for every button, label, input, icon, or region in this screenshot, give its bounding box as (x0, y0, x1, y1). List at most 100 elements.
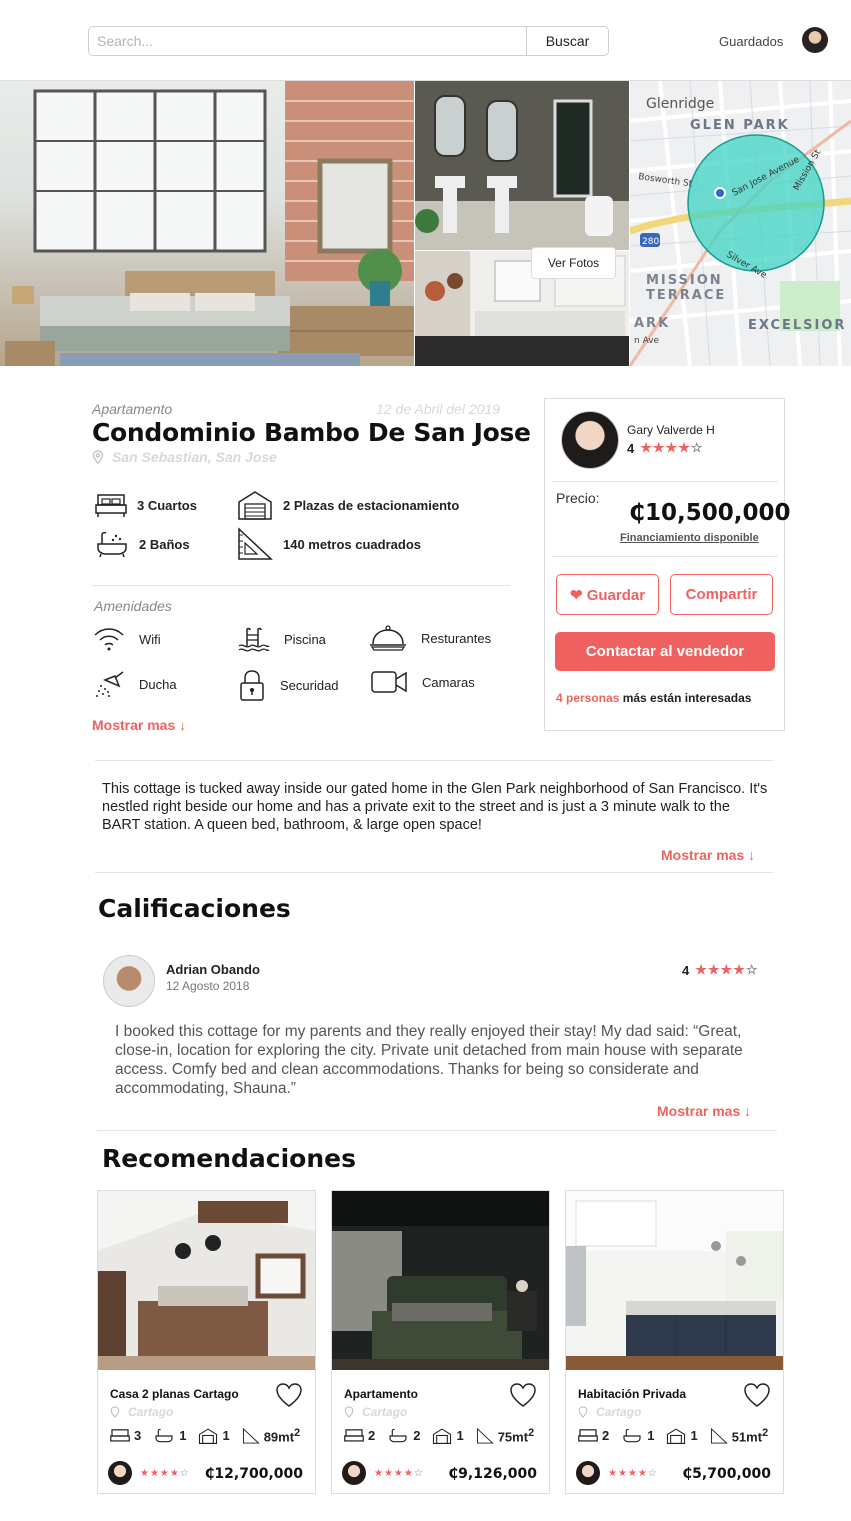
location-text: Cartago (362, 1405, 408, 1419)
search-input[interactable] (89, 27, 526, 55)
location-map[interactable]: Glenridge GLEN PARK Bosworth St San Jose… (630, 81, 851, 366)
show-more-description[interactable]: Mostrar mas ↓ (661, 847, 755, 863)
star-empty: ☆ (413, 1468, 423, 1479)
garage-count: 1 (456, 1428, 464, 1444)
wifi-icon (94, 628, 124, 651)
beds-count: 2 (368, 1428, 376, 1444)
recommendations-title: Recomendaciones (102, 1144, 356, 1173)
divider (95, 872, 773, 873)
bed-icon (95, 494, 127, 517)
star-empty: ☆ (179, 1468, 189, 1479)
location: San Sebastian, San Jose (92, 449, 277, 465)
svg-text:TERRACE: TERRACE (646, 288, 726, 303)
recommendation-price: ₵5,700,000 (682, 1466, 771, 1482)
recommendation-card[interactable]: Apartamento Cartago 2 2 1 75mt2 ★★★★☆ ₵9… (331, 1190, 550, 1494)
star-empty: ☆ (690, 440, 703, 455)
review-rating-value: 4 (682, 962, 690, 978)
svg-text:GLEN PARK: GLEN PARK (690, 118, 790, 133)
seller-stars: ★★★★☆ (640, 440, 702, 456)
amenity-cameras: Camaras (370, 669, 475, 695)
feature-baths: 2 Baños (95, 530, 190, 558)
area-value: 89mt2 (264, 1427, 300, 1444)
recommendation-card[interactable]: Casa 2 planas Cartago Cartago 3 1 1 89mt… (97, 1190, 316, 1494)
garage-count: 1 (690, 1428, 698, 1444)
interest-count: 4 personas (556, 691, 620, 705)
saved-link[interactable]: Guardados (719, 34, 783, 49)
show-more-review[interactable]: Mostrar mas ↓ (657, 1103, 751, 1119)
amenity-wifi: Wifi (93, 626, 161, 652)
review-date: 12 Agosto 2018 (166, 979, 250, 993)
set-square-icon (710, 1427, 728, 1444)
interest-note: 4 personas más están interesadas (556, 691, 751, 705)
heart-icon[interactable] (275, 1382, 303, 1408)
seller-avatar[interactable] (576, 1461, 600, 1485)
seller-name[interactable]: Gary Valverde H (627, 423, 715, 437)
heart-icon[interactable] (743, 1382, 771, 1408)
area-exponent: 2 (294, 1427, 301, 1439)
bathtub-icon (623, 1428, 641, 1442)
area-text: 89mt (263, 1429, 295, 1445)
padlock-icon (240, 670, 264, 701)
area-label: 140 metros cuadrados (283, 536, 422, 552)
area-value: 75mt2 (498, 1427, 534, 1444)
wifi-label: Wifi (139, 631, 161, 647)
user-avatar[interactable] (802, 27, 828, 53)
recommendation-photo[interactable] (332, 1191, 549, 1370)
recommendation-specs: 2 2 1 75mt2 (344, 1427, 534, 1444)
baths-count: 2 (413, 1428, 421, 1444)
shower-label: Ducha (139, 676, 177, 692)
svg-text:n Ave: n Ave (634, 336, 660, 346)
view-photos-button[interactable]: Ver Fotos (531, 247, 616, 279)
location-text: Cartago (596, 1405, 642, 1419)
recommendation-title[interactable]: Habitación Privada (578, 1387, 686, 1401)
amenity-pool: Piscina (238, 626, 326, 652)
area-text: 51mt (731, 1429, 763, 1445)
bathtub-icon (155, 1428, 173, 1442)
contact-seller-button[interactable]: Contactar al vendedor (555, 632, 775, 671)
seller-avatar[interactable] (342, 1461, 366, 1485)
share-button[interactable]: Compartir (670, 574, 773, 615)
baths-count: 1 (647, 1428, 655, 1444)
rooms-label: 3 Cuartos (137, 497, 197, 513)
svg-text:280: 280 (642, 237, 659, 247)
seller-avatar[interactable] (108, 1461, 132, 1485)
bathtub-icon (389, 1428, 407, 1442)
seller-avatar[interactable] (561, 411, 619, 469)
recommendation-photo[interactable] (98, 1191, 315, 1370)
description: This cottage is tucked away inside our g… (102, 781, 768, 833)
recommendation-card[interactable]: Habitación Privada Cartago 2 1 1 51mt2 ★… (565, 1190, 784, 1494)
video-camera-icon (371, 671, 407, 693)
recommendation-stars: ★★★★☆ (140, 1468, 189, 1479)
recommendation-photo[interactable] (566, 1191, 783, 1370)
heart-icon[interactable] (509, 1382, 537, 1408)
bathroom-photo[interactable] (415, 81, 629, 250)
recommendation-title[interactable]: Casa 2 planas Cartago (110, 1387, 239, 1401)
stars-filled: ★★★★ (608, 1468, 648, 1479)
garage-icon (199, 1428, 218, 1444)
divider (97, 1130, 777, 1131)
star-empty: ☆ (745, 962, 758, 977)
svg-text:ARK: ARK (634, 316, 670, 331)
search-button[interactable]: Buscar (526, 27, 608, 55)
bedroom-photo[interactable] (0, 81, 414, 366)
price-label: Precio: (556, 490, 600, 506)
garage-icon (667, 1428, 686, 1444)
recommendation-title[interactable]: Apartamento (344, 1387, 418, 1401)
svg-text:Glenridge: Glenridge (646, 96, 714, 112)
page-title: Condominio Bambo De San Jose (92, 418, 531, 447)
amenity-security: Securidad (238, 669, 339, 701)
property-type: Apartamento (92, 401, 173, 417)
location-pin-icon (92, 450, 104, 464)
show-more-amenities[interactable]: Mostrar mas ↓ (92, 717, 186, 733)
cameras-label: Camaras (422, 674, 475, 690)
pool-label: Piscina (284, 631, 326, 647)
review-rating: 4 ★★★★☆ (682, 962, 758, 978)
recommendation-location: Cartago (110, 1405, 173, 1419)
area-exponent: 2 (762, 1427, 769, 1439)
bed-icon (578, 1428, 598, 1442)
save-button[interactable]: ❤ Guardar (556, 574, 659, 615)
financing-link[interactable]: Financiamiento disponible (620, 532, 759, 544)
recommendation-stars: ★★★★☆ (374, 1468, 423, 1479)
divider (552, 556, 778, 557)
area-value: 51mt2 (732, 1427, 768, 1444)
